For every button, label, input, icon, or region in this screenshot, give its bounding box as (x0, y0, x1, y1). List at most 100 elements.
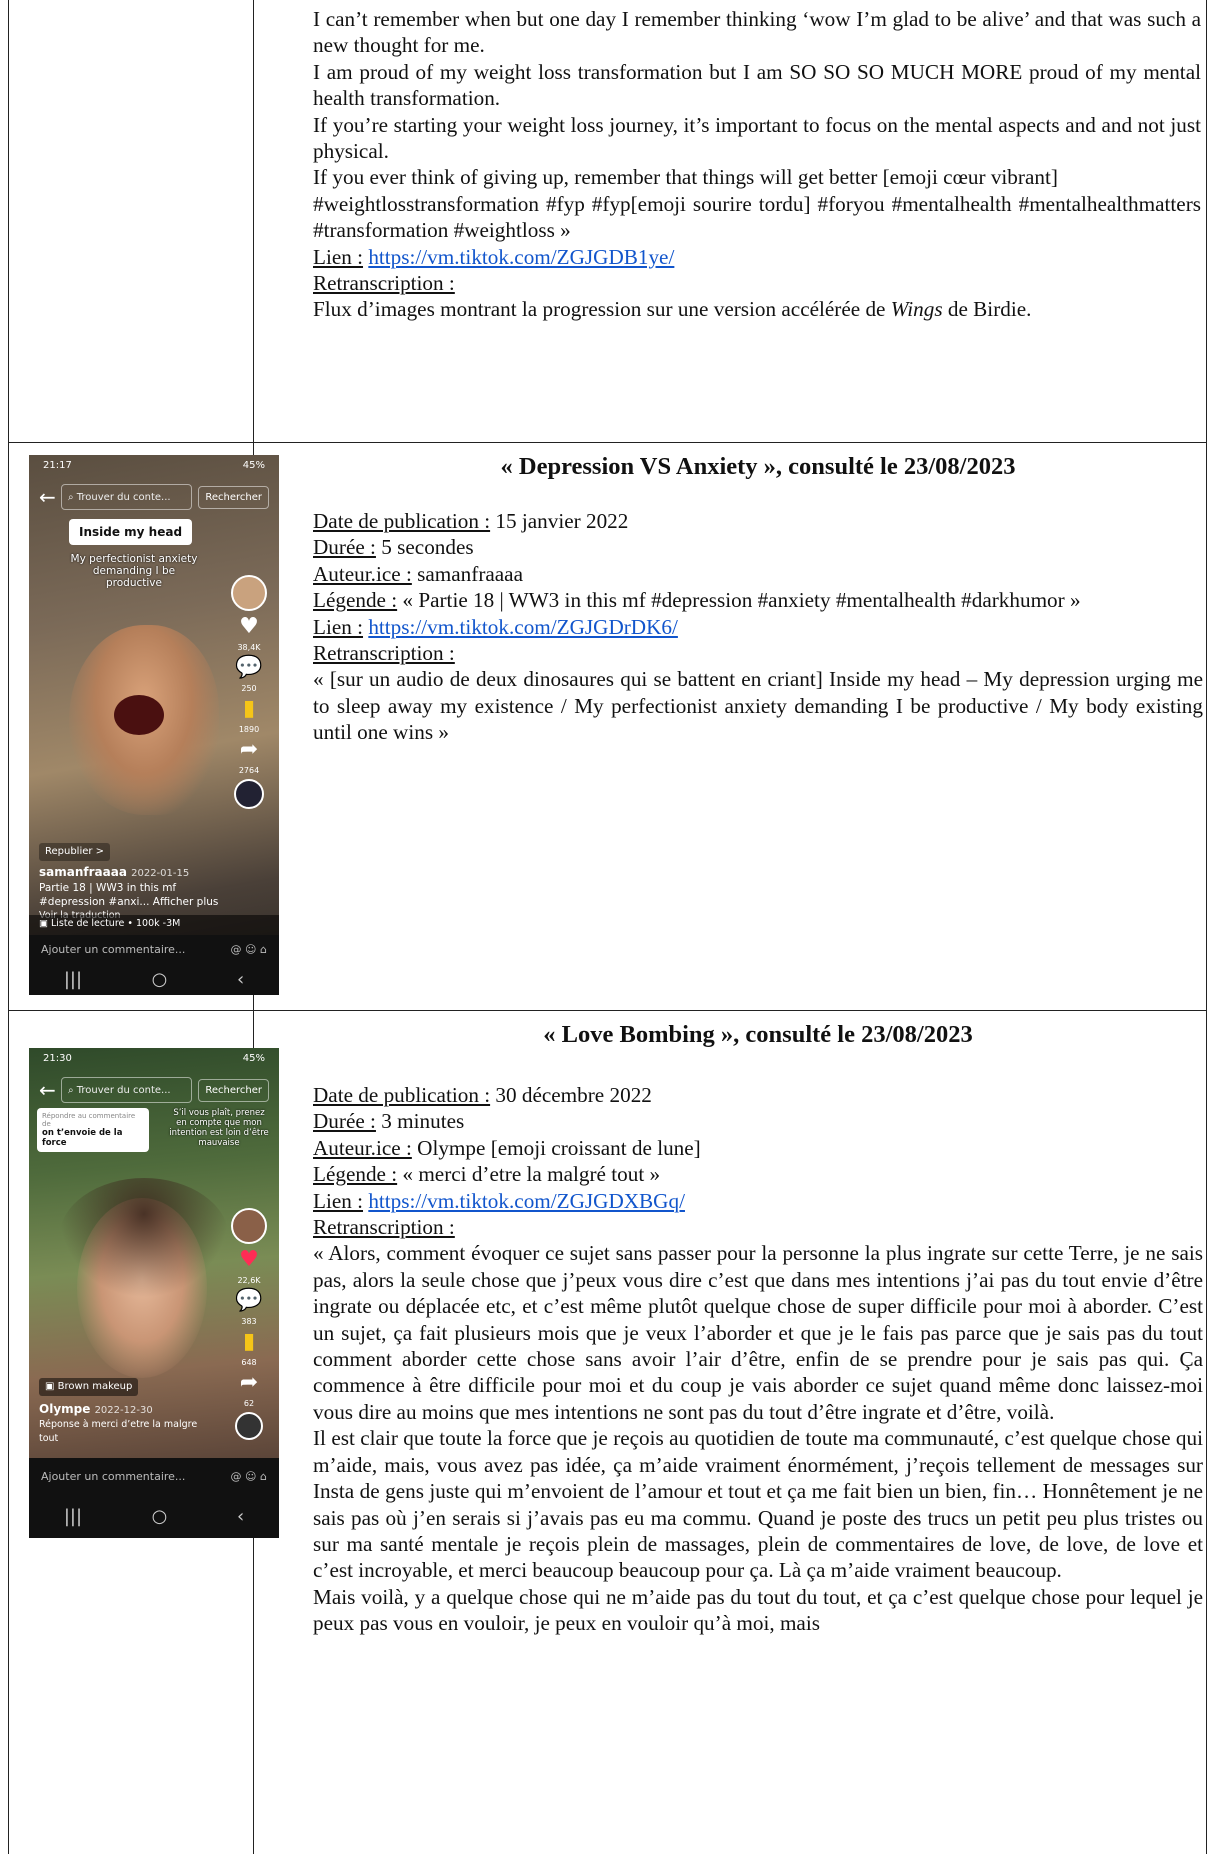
tiktok-screenshot-depression: 21:17 45% ← ⌕ Trouver du conte... Recherc… (29, 455, 279, 995)
back-arrow-icon[interactable]: ← (39, 1078, 61, 1102)
paragraph: I can’t remember when but one day I reme… (313, 7, 1201, 58)
clock: 21:17 (43, 460, 72, 471)
transcription-label-line: Retranscription : (313, 270, 1201, 296)
paragraph: If you’re starting your weight loss jour… (313, 112, 1201, 164)
search-button[interactable]: Rechercher (198, 1078, 269, 1102)
search-placeholder: Trouver du conte... (76, 491, 171, 503)
transcription-label-line: Retranscription : (313, 640, 1203, 666)
back-arrow-icon[interactable]: ← (39, 485, 61, 509)
reply-bubble: Répondre au commentaire de on t’envoie d… (37, 1108, 149, 1152)
republish-button[interactable]: Republier > (39, 843, 111, 861)
field-value: « merci d’etre la malgré tout » (397, 1162, 661, 1187)
field-value: 5 secondes (375, 535, 474, 560)
publication-date: Date de publication : 30 décembre 2022 (313, 1082, 1203, 1108)
clock: 21:30 (43, 1053, 72, 1064)
tiktok-link[interactable]: https://vm.tiktok.com/ZGJGDrDK6/ (368, 615, 678, 639)
search-input[interactable]: ⌕ Trouver du conte... (61, 1077, 193, 1103)
post-date: 2022-01-15 (131, 868, 190, 879)
back-icon[interactable]: ‹ (237, 969, 244, 990)
saves-count: 648 (241, 1358, 257, 1367)
home-icon[interactable]: ○ (152, 969, 168, 990)
transcription-label: Retranscription : (313, 1215, 455, 1240)
likes-count: 22,6K (237, 1276, 261, 1285)
table-row-divider (8, 1010, 1207, 1011)
music-disc-icon[interactable] (235, 1412, 263, 1440)
post-meta: ▣ Brown makeup Olympe 2022-12-30 Réponse… (39, 1378, 219, 1446)
field-label: Durée : (313, 1109, 376, 1134)
caption: Légende : « Partie 18 | WW3 in this mf #… (313, 587, 1203, 613)
status-bar: 21:30 45% (29, 1048, 279, 1074)
reply-hint: Répondre au commentaire de (42, 1112, 136, 1128)
paragraph: I am proud of my weight loss transformat… (313, 59, 1201, 111)
heart-icon[interactable]: ♥ (229, 615, 269, 639)
field-value: Olympe [emoji croissant de lune] (411, 1135, 701, 1160)
shares-count: 2764 (238, 766, 260, 775)
phone-bottom: Ajouter un commentaire... @ ☺ ⌂ ||| ○ ‹ (29, 935, 279, 995)
recents-icon[interactable]: ||| (64, 969, 82, 990)
music-disc-icon[interactable] (234, 779, 264, 809)
transcription-paragraph: Mais voilà, y a quelque chose qui ne m’a… (313, 1584, 1203, 1636)
effect-tag[interactable]: ▣ Brown makeup (39, 1378, 139, 1396)
back-icon[interactable]: ‹ (237, 1506, 244, 1527)
transcription-label: Retranscription : (313, 641, 455, 666)
post-caption: Partie 18 | WW3 in this mf #depression #… (39, 882, 219, 908)
overlay-caption: My perfectionist anxiety demanding I be … (70, 553, 198, 589)
search-placeholder: Trouver du conte... (76, 1084, 171, 1096)
transcription-label: Retranscription : (313, 271, 455, 296)
transcription-text: Flux d’images montrant la progression su… (313, 296, 1201, 322)
battery-status: 45% (242, 1053, 265, 1064)
comments-count: 383 (241, 1317, 257, 1326)
at-emoji-gift-icons[interactable]: @ ☺ ⌂ (231, 943, 267, 956)
creator-avatar[interactable] (231, 1208, 267, 1244)
field-value: samanfraaaa (411, 561, 523, 586)
field-value: 30 décembre 2022 (490, 1083, 652, 1107)
table-row-divider (8, 442, 1207, 443)
comment-input[interactable]: Ajouter un commentaire... (41, 943, 185, 956)
table-left-border (8, 0, 9, 1854)
battery-status: 45% (242, 460, 265, 471)
link-line: Lien : https://vm.tiktok.com/ZGJGDB1ye/ (313, 244, 1201, 270)
transcription-label-line: Retranscription : (313, 1214, 1203, 1240)
heart-icon[interactable]: ♥ (229, 1248, 269, 1272)
tiktok-link[interactable]: https://vm.tiktok.com/ZGJGDB1ye/ (368, 245, 674, 269)
author: Auteur.ice : samanfraaaa (313, 561, 1203, 587)
search-bar: ← ⌕ Trouver du conte... Rechercher (39, 1076, 269, 1104)
field-label: Lien : (313, 614, 364, 639)
field-label: Légende : (313, 588, 398, 613)
android-nav: ||| ○ ‹ (29, 1494, 279, 1538)
transcription-paragraph: « Alors, comment évoquer ce sujet sans p… (313, 1241, 1203, 1424)
android-nav: ||| ○ ‹ (29, 963, 279, 995)
search-input[interactable]: ⌕ Trouver du conte... (61, 484, 193, 510)
transcription-pre: Flux d’images montrant la progression su… (313, 297, 891, 322)
entry-2-text: « Depression VS Anxiety », consulté le 2… (313, 452, 1203, 746)
phone-bottom: Ajouter un commentaire... @ ☺ ⌂ ||| ○ ‹ (29, 1458, 279, 1538)
recents-icon[interactable]: ||| (64, 1506, 82, 1527)
link-line: Lien : https://vm.tiktok.com/ZGJGDrDK6/ (313, 614, 1203, 640)
comment-icon[interactable]: 💬 (229, 656, 269, 680)
comment-icon[interactable]: 💬 (229, 1289, 269, 1313)
comment-input[interactable]: Ajouter un commentaire... (41, 1470, 185, 1483)
transcription-text: « [sur un audio de deux dinosaures qui s… (313, 667, 1203, 745)
creator-avatar[interactable] (231, 575, 267, 611)
username[interactable]: Olympe (39, 1402, 90, 1416)
share-icon[interactable]: ➦ (229, 1371, 269, 1395)
field-label: Date de publication : (313, 1083, 491, 1107)
field-label: Légende : (313, 1162, 398, 1187)
likes-count: 38,4K (237, 643, 261, 652)
bookmark-icon[interactable]: ▮ (229, 1330, 269, 1354)
playlist-bar[interactable]: ▣ Liste de lecture • 100k -3M (29, 915, 279, 935)
at-emoji-gift-icons[interactable]: @ ☺ ⌂ (231, 1470, 267, 1483)
status-bar: 21:17 45% (29, 455, 279, 481)
home-icon[interactable]: ○ (152, 1506, 168, 1527)
tiktok-link[interactable]: https://vm.tiktok.com/ZGJGDXBGq/ (368, 1189, 685, 1213)
caption: Légende : « merci d’etre la malgré tout … (313, 1161, 1203, 1187)
username[interactable]: samanfraaaa (39, 865, 127, 879)
entry-title: « Love Bombing », consulté le 23/08/2023 (543, 1021, 973, 1048)
document-page: I can’t remember when but one day I reme… (0, 0, 1214, 1854)
search-button[interactable]: Rechercher (198, 485, 269, 509)
share-icon[interactable]: ➦ (229, 738, 269, 762)
post-date: 2022-12-30 (94, 1405, 153, 1416)
shares-count: 62 (243, 1399, 255, 1408)
bookmark-icon[interactable]: ▮ (229, 697, 269, 721)
field-label: Durée : (313, 535, 376, 560)
